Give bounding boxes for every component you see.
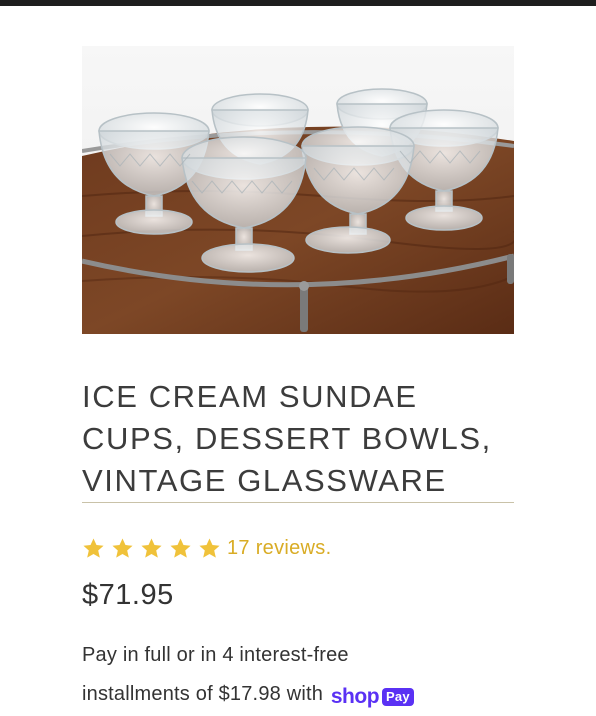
star-icon xyxy=(199,537,220,558)
title-divider xyxy=(82,502,514,503)
product-title-line: ICE CREAM SUNDAE xyxy=(82,379,418,414)
product-price: $71.95 xyxy=(82,579,174,611)
star-icon xyxy=(141,537,162,558)
reviews-link[interactable]: 17 reviews. xyxy=(227,537,331,560)
star-icon xyxy=(170,537,191,558)
product-image[interactable] xyxy=(82,46,514,334)
installments-line-2-wrap: installments of $17.98 with shop Pay xyxy=(82,675,522,716)
installments-line-1: Pay in full or in 4 interest-free xyxy=(82,644,349,666)
installments-line-2: installments of $17.98 with xyxy=(82,683,324,705)
shop-pay-logo[interactable]: shop Pay xyxy=(331,677,414,716)
shop-pay-badge: Pay xyxy=(382,687,414,706)
product-rating[interactable]: 17 reviews. xyxy=(82,535,331,561)
product-title-line: VINTAGE GLASSWARE xyxy=(82,463,447,498)
shop-pay-wordmark: shop xyxy=(330,685,380,708)
installments-message: Pay in full or in 4 interest-free instal… xyxy=(82,636,522,716)
top-bar xyxy=(0,0,596,6)
product-title-line: CUPS, DESSERT BOWLS, xyxy=(82,421,492,456)
product-title: ICE CREAM SUNDAE CUPS, DESSERT BOWLS, VI… xyxy=(82,376,514,502)
star-icon xyxy=(83,537,104,558)
star-icon xyxy=(112,537,133,558)
